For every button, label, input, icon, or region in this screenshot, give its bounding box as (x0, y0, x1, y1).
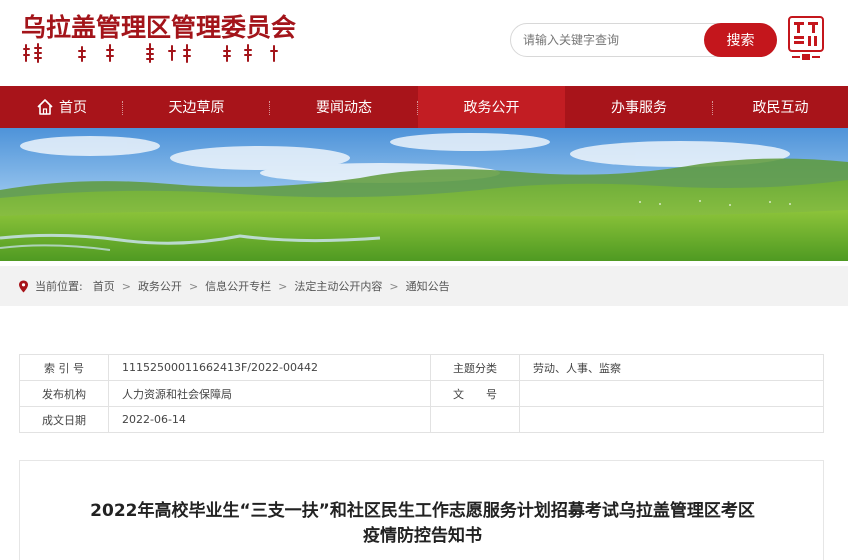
breadcrumb-link-home[interactable]: 首页 (93, 278, 115, 294)
empty-cell (430, 406, 520, 433)
article-title-line: 2022年高校毕业生“三支一扶”和社区民生工作志愿服务计划招募考试乌拉盖管理区考… (90, 501, 755, 521)
breadcrumb-separator: > (121, 279, 131, 293)
index-number-label: 索 引 号 (19, 354, 109, 381)
document-info-table: 索 引 号 11152500011662413F/2022-00442 主题分类… (19, 354, 824, 433)
nav-item-services[interactable]: 办事服务 (565, 86, 713, 128)
nav-label: 政民互动 (752, 100, 809, 116)
date-value: 2022-06-14 (108, 406, 431, 433)
breadcrumb-prefix: 当前位置: (35, 280, 83, 293)
site-title[interactable]: 乌拉盖管理区管理委员会 (21, 8, 296, 44)
main-nav: 首页 天边草原 要闻动态 政务公开 办事服务 政民互动 (0, 86, 848, 128)
publisher-value: 人力资源和社会保障局 (108, 380, 431, 407)
breadcrumb-link-gov-affairs[interactable]: 政务公开 (138, 278, 182, 294)
site-header: 乌拉盖管理区管理委员会 搜索 (0, 0, 848, 86)
table-row: 发布机构 人力资源和社会保障局 文 号 (19, 380, 824, 407)
nav-label: 政务公开 (463, 100, 520, 116)
search-input[interactable] (523, 24, 703, 56)
nav-label: 天边草原 (168, 100, 225, 116)
nav-item-grassland[interactable]: 天边草原 (123, 86, 270, 128)
breadcrumb-link-notices[interactable]: 通知公告 (406, 278, 450, 294)
breadcrumb-separator: > (389, 279, 399, 293)
search-button[interactable]: 搜索 (704, 23, 777, 57)
nav-item-gov-affairs[interactable]: 政务公开 (418, 86, 565, 128)
breadcrumb-link-info-column[interactable]: 信息公开专栏 (205, 278, 271, 294)
table-row: 索 引 号 11152500011662413F/2022-00442 主题分类… (19, 354, 824, 381)
date-label: 成文日期 (19, 406, 109, 433)
nav-item-news[interactable]: 要闻动态 (270, 86, 418, 128)
nav-label: 首页 (59, 100, 87, 116)
article-title-line: 疫情防控告知书 (363, 526, 482, 546)
mongolian-script-logo (23, 43, 278, 63)
publisher-label: 发布机构 (19, 380, 109, 407)
home-icon (37, 99, 53, 115)
table-row: 成文日期 2022-06-14 (19, 406, 824, 433)
breadcrumb-separator: > (278, 279, 288, 293)
article-title: 2022年高校毕业生“三支一扶”和社区民生工作志愿服务计划招募考试乌拉盖管理区考… (20, 499, 825, 549)
nav-item-interaction[interactable]: 政民互动 (713, 86, 848, 128)
location-pin-icon (19, 280, 28, 292)
breadcrumb-link-statutory-content[interactable]: 法定主动公开内容 (294, 278, 382, 294)
article-container: 2022年高校毕业生“三支一扶”和社区民生工作志愿服务计划招募考试乌拉盖管理区考… (19, 460, 824, 560)
category-value: 劳动、人事、监察 (519, 354, 824, 381)
nav-label: 办事服务 (611, 100, 667, 116)
empty-cell (519, 406, 824, 433)
document-number-value (519, 380, 824, 407)
document-number-label: 文 号 (430, 380, 520, 407)
breadcrumb: 当前位置: 首页 > 政务公开 > 信息公开专栏 > 法定主动公开内容 > 通知… (0, 266, 848, 306)
index-number-value: 11152500011662413F/2022-00442 (108, 354, 431, 381)
category-label: 主题分类 (430, 354, 520, 381)
breadcrumb-separator: > (188, 279, 199, 293)
grassland-banner (0, 128, 848, 261)
nav-label: 要闻动态 (316, 100, 372, 116)
seal-emblem (788, 16, 824, 60)
nav-item-home[interactable]: 首页 (0, 86, 123, 128)
